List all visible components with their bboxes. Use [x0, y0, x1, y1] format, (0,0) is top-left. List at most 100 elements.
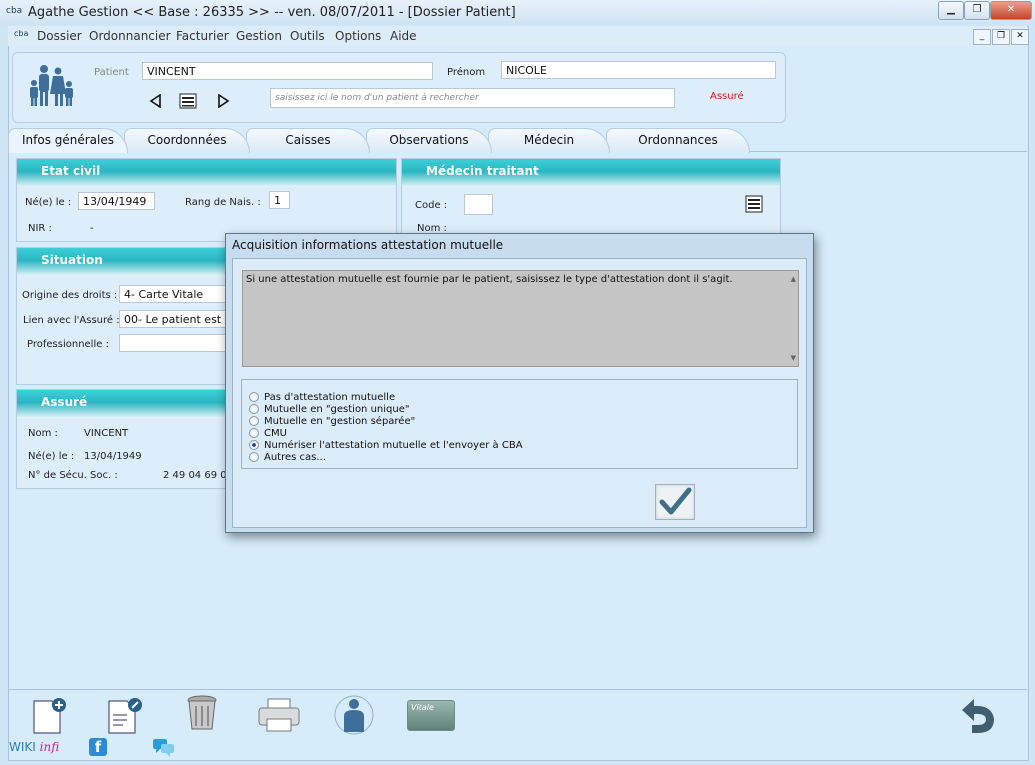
ok-button[interactable] — [655, 484, 695, 520]
new-document-icon[interactable] — [30, 697, 68, 738]
assure-born-value: 13/04/1949 — [84, 451, 142, 462]
radio-button-selected[interactable] — [249, 440, 259, 450]
option-cmu[interactable]: CMU — [249, 427, 287, 439]
secu-value: 2 49 04 69 06 — [163, 470, 233, 481]
menu-outils[interactable]: Outils — [290, 29, 325, 43]
menu-dossier[interactable]: Dossier — [37, 29, 82, 43]
patient-label: Patient — [94, 67, 129, 78]
secu-label: N° de Sécu. Soc. : — [28, 470, 118, 481]
etat-civil-header: Etat civil — [17, 159, 396, 187]
patient-header-panel: Patient VINCENT Prénom NICOLE saisissez … — [12, 52, 786, 123]
family-icon — [27, 63, 75, 112]
menu-aide[interactable]: Aide — [390, 29, 417, 43]
insured-status-label: Assuré — [710, 91, 744, 102]
radio-label: Numériser l'attestation mutuelle et l'en… — [264, 439, 523, 451]
return-arrow-icon[interactable] — [954, 695, 1002, 740]
option-gestion-separee[interactable]: Mutuelle en "gestion séparée" — [249, 415, 415, 427]
dialog-title: Acquisition informations attestation mut… — [232, 238, 504, 252]
medecin-scanner-icon[interactable] — [745, 195, 763, 216]
rang-field[interactable]: 1 — [269, 191, 290, 209]
radio-button[interactable] — [249, 428, 259, 438]
born-label: Né(e) le : — [25, 197, 72, 208]
dialog-message: Si une attestation mutuelle est fournie … — [246, 274, 733, 285]
radio-button[interactable] — [249, 416, 259, 426]
menu-ordonnancier[interactable]: Ordonnancier — [89, 29, 171, 43]
tab-caisses[interactable]: Caisses — [246, 128, 370, 153]
infi-text: infi — [39, 740, 60, 754]
trash-icon[interactable] — [183, 694, 221, 737]
menu-gestion[interactable]: Gestion — [236, 29, 282, 43]
scanner-icon[interactable] — [179, 93, 197, 112]
firstname-label: Prénom — [447, 67, 486, 78]
menu-options[interactable]: Options — [335, 29, 381, 43]
medecin-section: Médecin traitant Code : Nom : — [401, 158, 781, 242]
dialog-body: Si une attestation mutuelle est fournie … — [232, 258, 807, 528]
prof-label: Professionnelle : — [27, 339, 109, 350]
medecin-code-label: Code : — [415, 200, 448, 211]
medecin-code-field[interactable] — [464, 194, 493, 215]
assure-nom-value: VINCENT — [84, 428, 129, 439]
tab-coordonnees[interactable]: Coordonnées — [124, 128, 250, 153]
option-gestion-unique[interactable]: Mutuelle en "gestion unique" — [249, 403, 409, 415]
origine-select[interactable]: 4- Carte Vitale — [119, 285, 229, 303]
mdi-app-icon[interactable]: cba — [14, 29, 28, 38]
dialog-message-box: Si une attestation mutuelle est fournie … — [242, 270, 799, 367]
option-autres-cas[interactable]: Autres cas... — [249, 451, 326, 463]
scroll-down-icon[interactable]: ▼ — [791, 354, 796, 362]
minimize-icon[interactable]: ▁ — [938, 1, 964, 20]
next-arrow-icon[interactable] — [216, 93, 230, 111]
scroll-up-icon[interactable]: ▲ — [791, 275, 796, 283]
edit-document-icon[interactable] — [105, 697, 145, 738]
tab-ordonnances[interactable]: Ordonnances — [606, 128, 750, 153]
lien-select[interactable]: 00- Le patient est l'Ass — [119, 310, 229, 328]
prof-field[interactable] — [119, 334, 229, 352]
mutuelle-dialog: Acquisition informations attestation mut… — [225, 233, 814, 533]
assure-nom-label: Nom : — [28, 428, 58, 439]
window-title: Agathe Gestion << Base : 26335 >> -- ven… — [28, 5, 516, 20]
menu-facturier[interactable]: Facturier — [176, 29, 229, 43]
attestation-options-group: Pas d'attestation mutuelle Mutuelle en "… — [241, 379, 798, 469]
radio-button[interactable] — [249, 404, 259, 414]
facebook-icon[interactable]: f — [89, 738, 107, 756]
mdi-restore-icon[interactable]: ❐ — [992, 29, 1010, 45]
etat-civil-section: Etat civil Né(e) le : 13/04/1949 Rang de… — [16, 158, 397, 242]
radio-label: Autres cas... — [264, 451, 326, 463]
radio-button[interactable] — [249, 452, 259, 462]
previous-arrow-icon[interactable] — [149, 93, 163, 111]
tab-observations[interactable]: Observations — [366, 128, 492, 153]
window-titlebar: cba Agathe Gestion << Base : 26335 >> --… — [0, 0, 1035, 25]
nir-label: NIR : — [28, 223, 52, 234]
menu-bar: cba Dossier Ordonnancier Facturier Gesti… — [8, 26, 1027, 46]
born-date-field[interactable]: 13/04/1949 — [78, 192, 155, 210]
radio-label: Mutuelle en "gestion unique" — [264, 403, 410, 415]
tab-infos-generales[interactable]: Infos générales — [8, 128, 128, 153]
carte-vitale-icon[interactable]: Vitale — [407, 700, 455, 731]
origine-label: Origine des droits : — [22, 290, 118, 301]
firstname-field[interactable]: NICOLE — [501, 61, 776, 79]
patient-search-input[interactable]: saisissez ici le nom d'un patient à rech… — [270, 88, 675, 108]
medecin-header: Médecin traitant — [402, 159, 780, 187]
wiki-infi-link[interactable]: WIKI infi — [9, 740, 59, 754]
printer-icon[interactable] — [256, 697, 302, 736]
rang-label: Rang de Nais. : — [185, 197, 261, 208]
option-pas-attestation[interactable]: Pas d'attestation mutuelle — [249, 391, 395, 403]
toolbar-divider — [8, 689, 1027, 690]
radio-label: Mutuelle en "gestion séparée" — [264, 415, 416, 427]
wiki-text: WIKI — [9, 740, 36, 754]
vitale-label: Vitale — [411, 703, 434, 712]
chat-icon[interactable] — [152, 738, 176, 761]
radio-label: Pas d'attestation mutuelle — [264, 391, 396, 403]
restore-icon[interactable]: ❐ — [964, 1, 990, 20]
app-icon: cba — [6, 6, 23, 16]
close-icon[interactable]: ✕ — [990, 1, 1032, 20]
option-numeriser[interactable]: Numériser l'attestation mutuelle et l'en… — [249, 439, 523, 451]
mdi-close-icon[interactable]: ✕ — [1011, 29, 1029, 45]
patient-name-field[interactable]: VINCENT — [142, 62, 433, 80]
person-icon[interactable] — [332, 694, 376, 739]
lien-label: Lien avec l'Assuré : — [23, 315, 120, 326]
radio-label: CMU — [264, 427, 287, 439]
radio-button[interactable] — [249, 392, 259, 402]
mdi-minimize-icon[interactable]: _ — [973, 29, 991, 45]
tab-medecin[interactable]: Médecin — [488, 128, 610, 153]
assure-born-label: Né(e) le : — [28, 451, 75, 462]
